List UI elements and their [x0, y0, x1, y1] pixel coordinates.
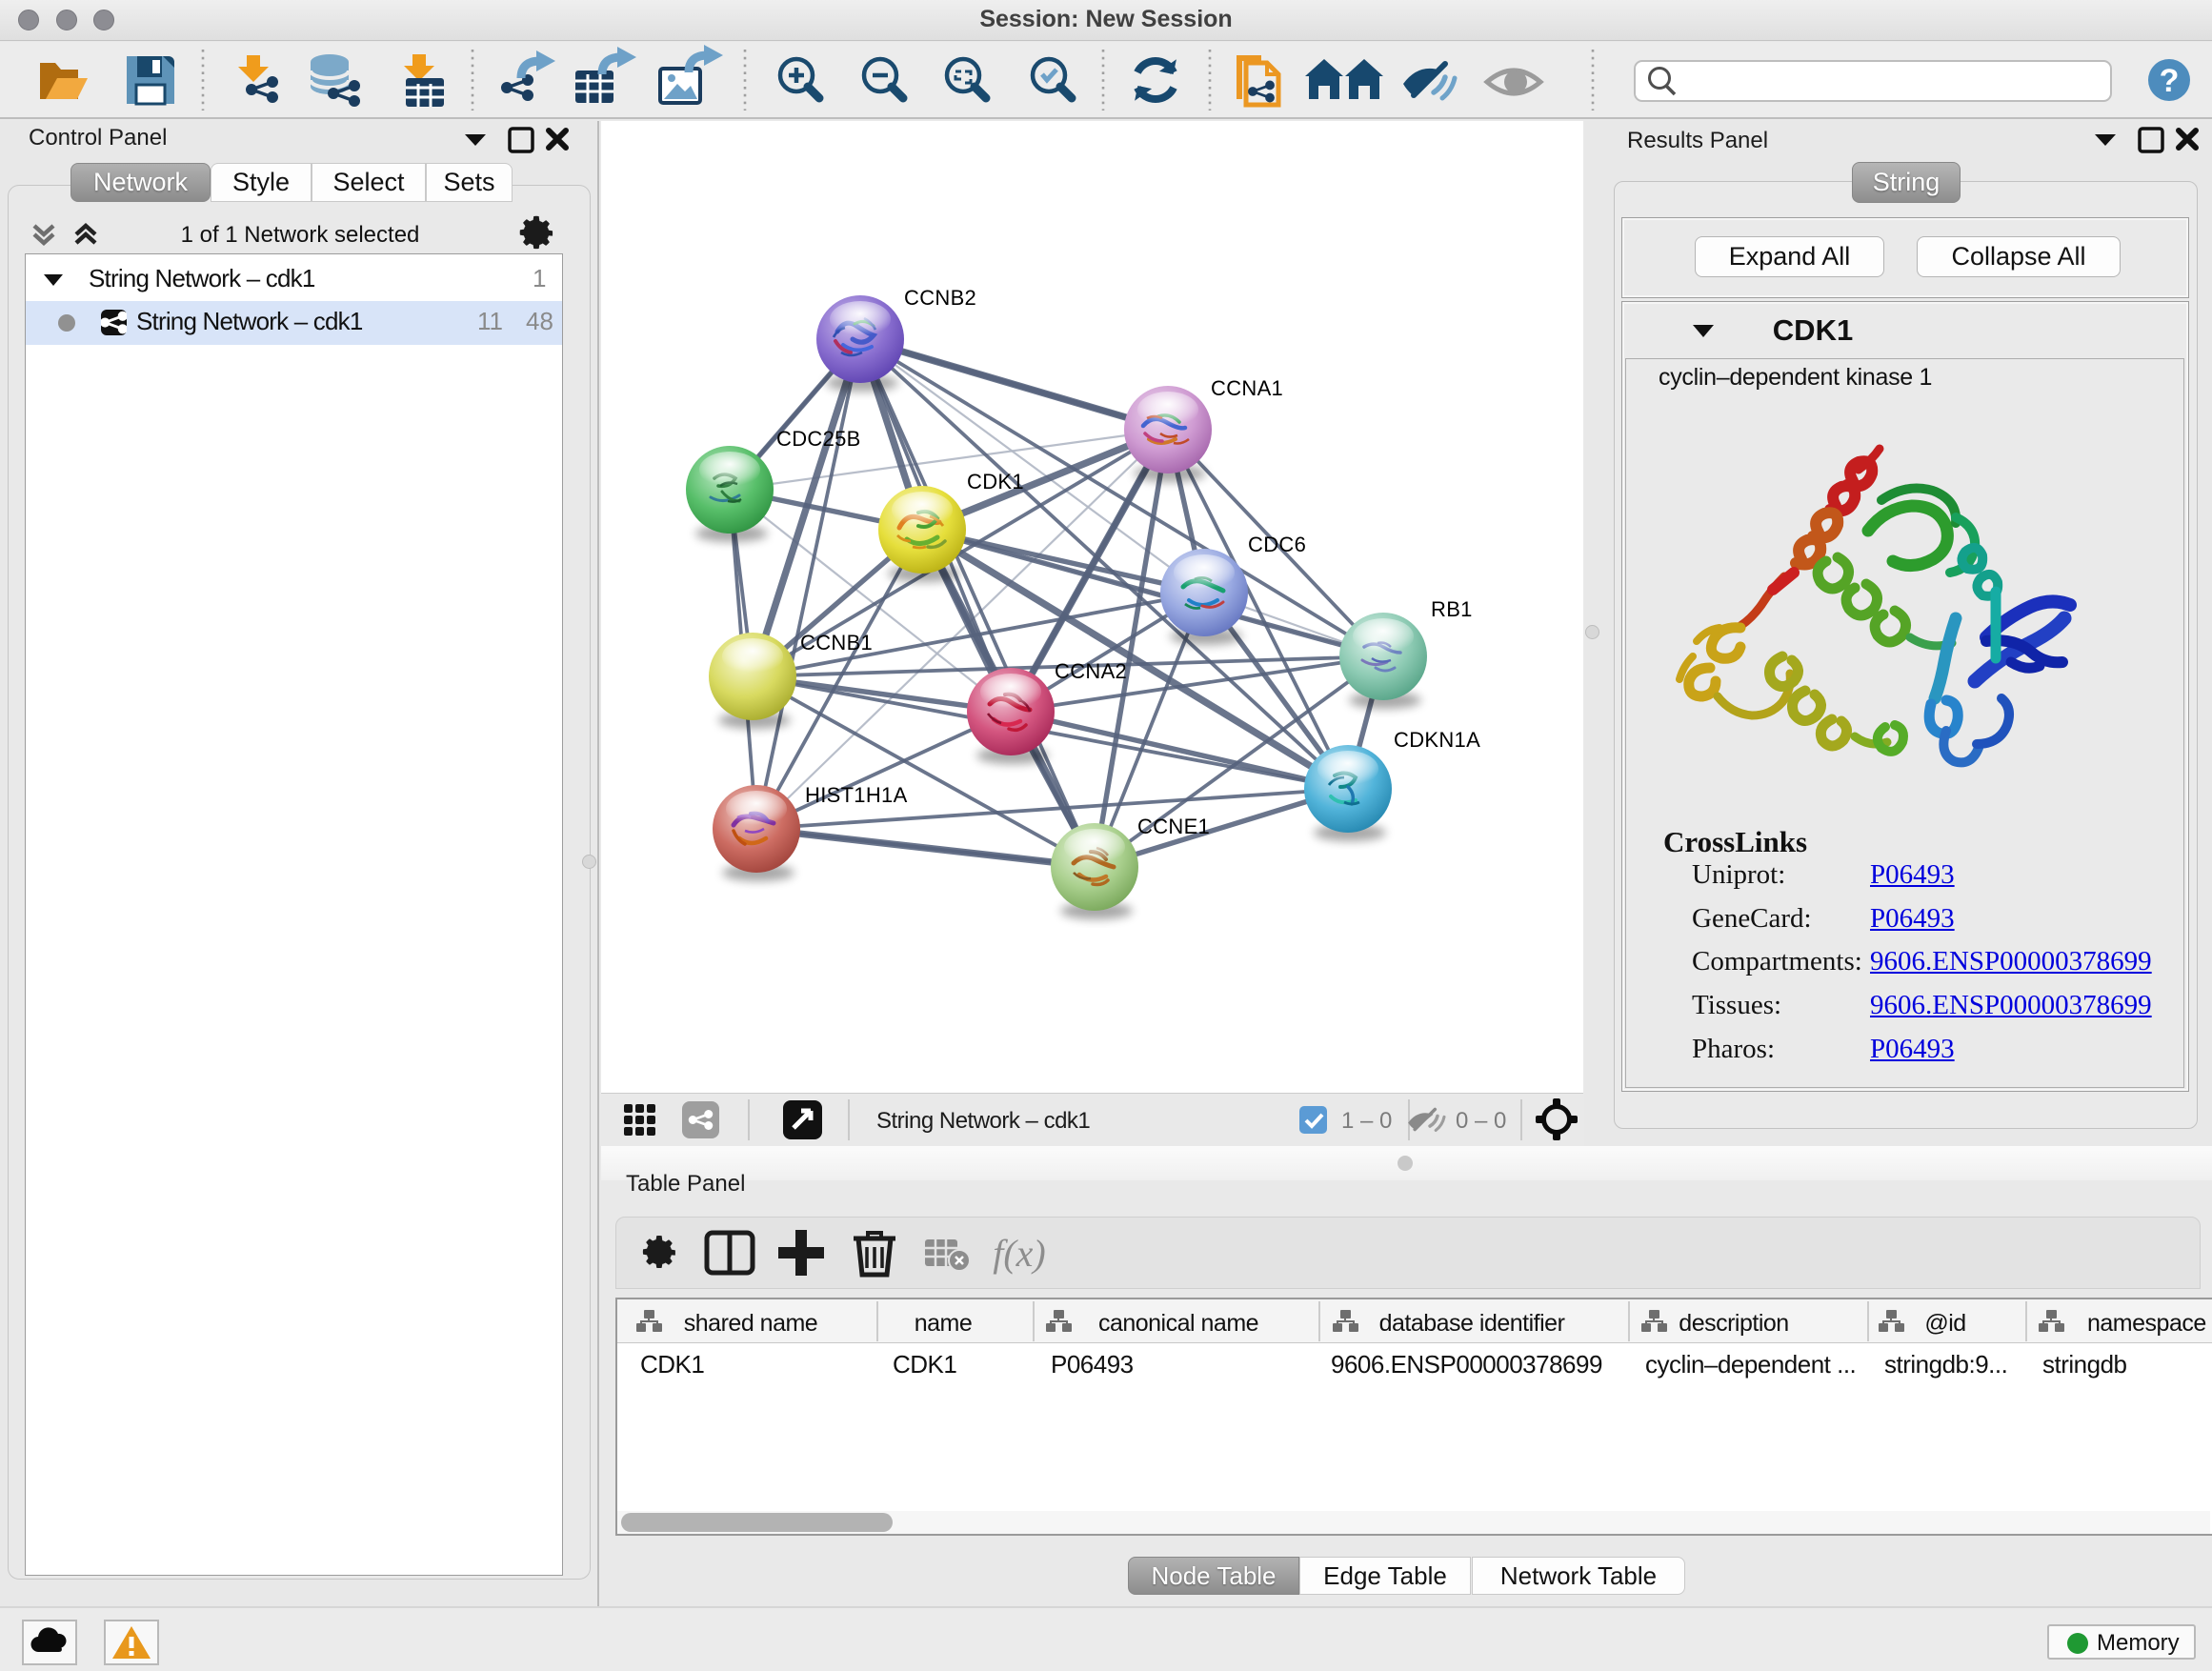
svg-text:name: name	[915, 1310, 973, 1337]
svg-text:database identifier: database identifier	[1379, 1310, 1565, 1337]
svg-text:@id: @id	[1924, 1310, 1965, 1337]
svg-text:CCNB1: CCNB1	[800, 631, 873, 654]
svg-text:CDC25B: CDC25B	[776, 427, 861, 451]
svg-text:CCNA2: CCNA2	[1055, 659, 1127, 683]
svg-text:f(x): f(x)	[993, 1232, 1046, 1275]
svg-text:1 – 0: 1 – 0	[1341, 1108, 1392, 1134]
svg-text:CDC6: CDC6	[1248, 533, 1306, 556]
svg-text:CDKN1A: CDKN1A	[1394, 728, 1480, 752]
svg-text:namespace: namespace	[2087, 1310, 2206, 1337]
svg-text:HIST1H1A: HIST1H1A	[805, 783, 908, 807]
svg-text:?: ?	[2160, 63, 2180, 99]
svg-text:String Network – cdk1: String Network – cdk1	[876, 1108, 1090, 1134]
svg-text:CDK1: CDK1	[967, 470, 1024, 493]
svg-text:RB1: RB1	[1431, 597, 1473, 621]
svg-text:CCNE1: CCNE1	[1137, 815, 1210, 838]
svg-text:description: description	[1679, 1310, 1788, 1337]
svg-text:0 – 0: 0 – 0	[1456, 1108, 1506, 1134]
svg-text:CCNA1: CCNA1	[1211, 376, 1283, 400]
svg-text:CCNB2: CCNB2	[904, 286, 976, 310]
svg-text:canonical name: canonical name	[1098, 1310, 1258, 1337]
svg-text:shared name: shared name	[684, 1310, 817, 1337]
